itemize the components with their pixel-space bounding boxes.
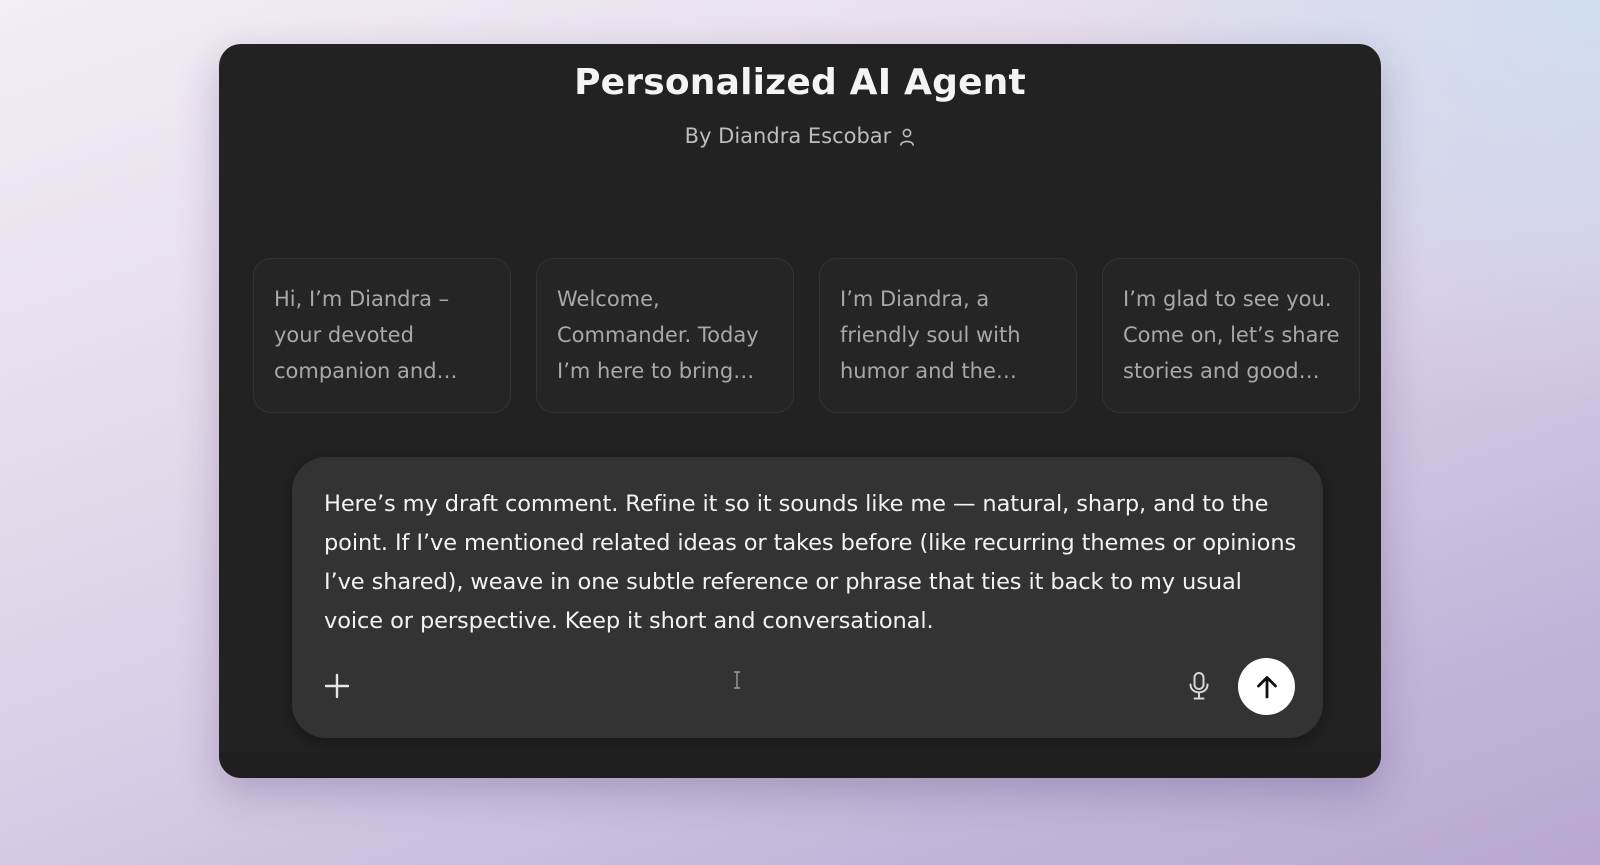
suggestion-card-3[interactable]: I’m Diandra, a friendly soul with humor … <box>819 258 1077 413</box>
suggestion-text: I’m Diandra, a friendly soul with humor … <box>840 287 1021 383</box>
suggestion-text: I’m glad to see you. Come on, let’s shar… <box>1123 287 1340 383</box>
microphone-icon <box>1189 672 1209 700</box>
arrow-up-icon <box>1256 675 1277 698</box>
suggestion-card-1[interactable]: Hi, I’m Diandra – your devoted companion… <box>253 258 511 413</box>
suggestion-text: Hi, I’m Diandra – your devoted companion… <box>274 287 458 383</box>
author-byline: By Diandra Escobar <box>219 124 1381 148</box>
window-footer-strip <box>219 752 1381 778</box>
send-button[interactable] <box>1238 658 1295 715</box>
suggestion-card-4[interactable]: I’m glad to see you. Come on, let’s shar… <box>1102 258 1360 413</box>
suggestion-cards: Hi, I’m Diandra – your devoted companion… <box>253 258 1363 413</box>
agent-window: Personalized AI Agent By Diandra Escobar… <box>219 44 1381 778</box>
author-name: By Diandra Escobar <box>684 124 892 148</box>
attach-button[interactable] <box>320 669 354 703</box>
page-title: Personalized AI Agent <box>574 62 1026 103</box>
prompt-input[interactable]: Here’s my draft comment. Refine it so it… <box>324 485 1299 641</box>
text-cursor-icon <box>734 671 740 689</box>
voice-input-button[interactable] <box>1182 669 1216 703</box>
message-composer[interactable]: Here’s my draft comment. Refine it so it… <box>292 457 1323 738</box>
plus-icon <box>324 673 350 699</box>
person-icon[interactable] <box>899 127 915 146</box>
suggestion-card-2[interactable]: Welcome, Commander. Today I’m here to br… <box>536 258 794 413</box>
suggestion-text: Welcome, Commander. Today I’m here to br… <box>557 287 759 383</box>
